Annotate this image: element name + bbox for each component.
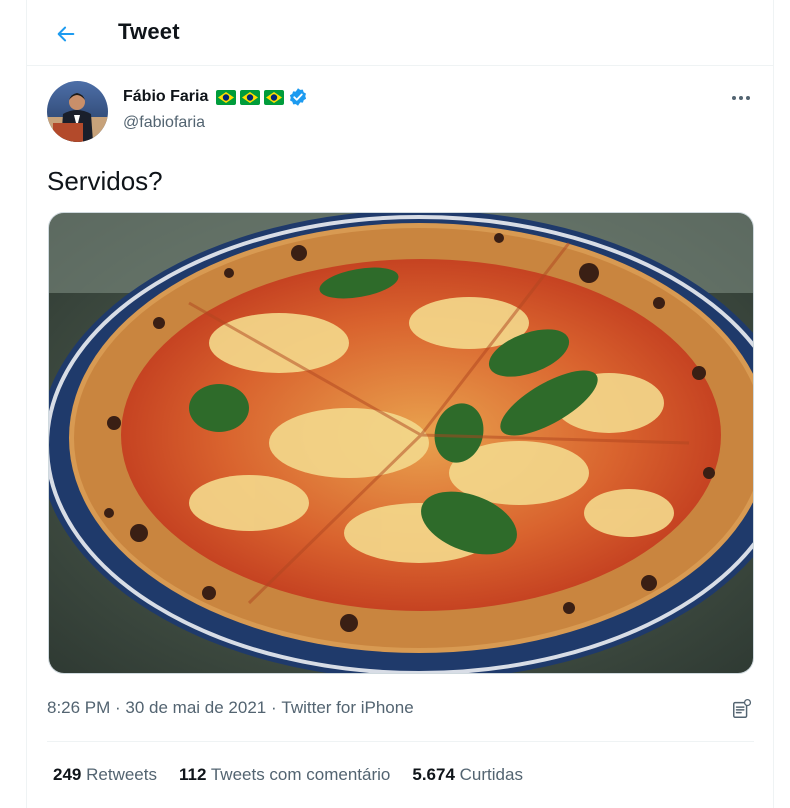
back-button[interactable] bbox=[49, 17, 83, 51]
flags bbox=[216, 89, 288, 105]
tweet-date[interactable]: 30 de mai de 2021 bbox=[125, 698, 266, 718]
meta-separator: · bbox=[266, 698, 282, 717]
tweet-time[interactable]: 8:26 PM bbox=[47, 698, 110, 718]
retweets-count: 249 bbox=[53, 765, 82, 784]
meta-separator: · bbox=[110, 698, 126, 717]
avatar[interactable] bbox=[47, 81, 108, 142]
quote-tweets-stat[interactable]: 112 Tweets com comentário bbox=[179, 765, 390, 785]
likes-count: 5.674 bbox=[412, 765, 455, 784]
divider bbox=[47, 741, 754, 742]
page-header: Tweet bbox=[27, 0, 773, 66]
likes-label: Curtidas bbox=[459, 765, 523, 784]
pizza-image bbox=[49, 213, 753, 673]
brazil-flag-icon bbox=[264, 89, 285, 105]
more-dots-icon bbox=[732, 96, 750, 100]
analytics-icon bbox=[733, 699, 752, 718]
tweet-column: Tweet Fábio Faria @fabiofaria Servidos? … bbox=[26, 0, 774, 808]
tweet-photo[interactable] bbox=[48, 212, 754, 674]
tweet-metadata: 8:26 PM · 30 de mai de 2021 · Twitter fo… bbox=[47, 698, 414, 718]
tweet-text: Servidos? bbox=[47, 166, 163, 196]
likes-stat[interactable]: 5.674 Curtidas bbox=[412, 765, 523, 785]
author-name[interactable]: Fábio Faria bbox=[123, 88, 208, 106]
retweets-stat[interactable]: 249 Retweets bbox=[53, 765, 157, 785]
quote-tweets-label: Tweets com comentário bbox=[210, 765, 391, 784]
analytics-button[interactable] bbox=[727, 694, 757, 724]
tweet-source[interactable]: Twitter for iPhone bbox=[281, 698, 413, 718]
page-title: Tweet bbox=[118, 19, 180, 44]
quote-tweets-count: 112 bbox=[178, 765, 207, 784]
brazil-flag-icon bbox=[240, 89, 261, 105]
more-options-button[interactable] bbox=[727, 88, 755, 108]
verified-badge-icon bbox=[290, 88, 307, 106]
tweet-stats: 249 Retweets 112 Tweets com comentário 5… bbox=[53, 765, 545, 785]
brazil-flag-icon bbox=[216, 89, 237, 105]
retweets-label: Retweets bbox=[86, 765, 157, 784]
back-arrow-icon bbox=[57, 26, 75, 42]
author-handle[interactable]: @fabiofaria bbox=[123, 114, 205, 132]
author-name-row[interactable]: Fábio Faria bbox=[123, 87, 308, 107]
